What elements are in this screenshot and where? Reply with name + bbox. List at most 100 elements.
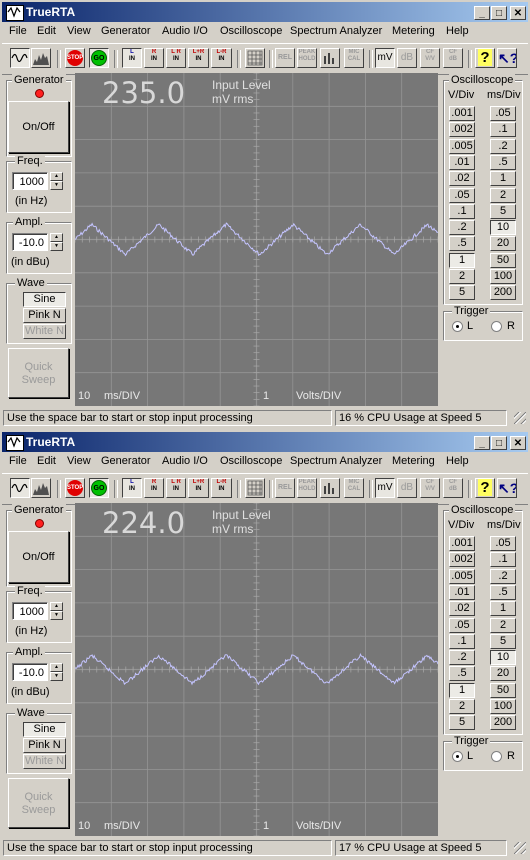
- ampl-down-icon[interactable]: ▼: [50, 242, 63, 251]
- vdiv-button[interactable]: .005: [449, 568, 475, 584]
- ampl-down-icon[interactable]: ▼: [50, 672, 63, 681]
- vdiv-button[interactable]: .001: [449, 106, 475, 121]
- msdiv-button[interactable]: 10: [490, 650, 516, 666]
- cf-db-button[interactable]: CF dB: [443, 478, 463, 498]
- l-minus-r-in-button[interactable]: L-R IN: [211, 48, 232, 68]
- vdiv-button[interactable]: .002: [449, 552, 475, 568]
- peak-hold-button[interactable]: PEAK HOLD: [297, 478, 317, 498]
- minimize-icon[interactable]: _: [474, 436, 490, 450]
- grid-icon[interactable]: [245, 478, 265, 498]
- left-in-button[interactable]: L IN: [122, 48, 142, 68]
- menu-generator[interactable]: Generator: [101, 455, 151, 467]
- db-button[interactable]: dB: [397, 478, 417, 498]
- vdiv-button[interactable]: .002: [449, 122, 475, 138]
- vdiv-button[interactable]: .05: [449, 617, 475, 633]
- msdiv-button[interactable]: 20: [490, 666, 516, 682]
- trigger-l-radio[interactable]: [452, 751, 463, 762]
- cf-vv-button[interactable]: CF V/V: [420, 48, 440, 68]
- trigger-l-radio[interactable]: [452, 321, 463, 332]
- vdiv-button[interactable]: 1: [449, 682, 475, 698]
- msdiv-button[interactable]: .2: [490, 138, 516, 154]
- stop-button[interactable]: STOP: [65, 478, 85, 498]
- on-off-button[interactable]: On/Off: [8, 101, 69, 153]
- spectrum-bars-button[interactable]: [320, 478, 340, 498]
- msdiv-button[interactable]: 2: [490, 187, 516, 203]
- vdiv-button[interactable]: .01: [449, 154, 475, 170]
- wave-white-noise-button[interactable]: White N: [23, 324, 66, 339]
- menu-help[interactable]: Help: [446, 455, 469, 467]
- menu-file[interactable]: File: [9, 455, 27, 467]
- peak-hold-button[interactable]: PEAK HOLD: [297, 48, 317, 68]
- spectrum-icon[interactable]: [31, 478, 51, 498]
- msdiv-button[interactable]: 5: [490, 633, 516, 649]
- left-in-button[interactable]: L IN: [122, 478, 142, 498]
- msdiv-button[interactable]: 10: [490, 220, 516, 236]
- msdiv-button[interactable]: 100: [490, 699, 516, 714]
- context-help-icon[interactable]: ↖?: [497, 478, 517, 498]
- vdiv-button[interactable]: .1: [449, 203, 475, 219]
- rel-button[interactable]: REL: [275, 48, 295, 68]
- freq-up-icon[interactable]: ▲: [50, 172, 63, 181]
- freq-field[interactable]: 1000: [12, 602, 48, 620]
- msdiv-button[interactable]: .05: [490, 106, 516, 121]
- cf-vv-button[interactable]: CF V/V: [420, 478, 440, 498]
- vdiv-button[interactable]: .5: [449, 236, 475, 252]
- trigger-r-radio[interactable]: [491, 321, 502, 332]
- vdiv-button[interactable]: .001: [449, 536, 475, 551]
- menu-audio-io[interactable]: Audio I/O: [162, 455, 208, 467]
- lr-in-button[interactable]: L R IN: [166, 478, 186, 498]
- title-bar[interactable]: TrueRTA _ □ ✕: [2, 2, 528, 22]
- wave-white-noise-button[interactable]: White N: [23, 754, 66, 769]
- menu-edit[interactable]: Edit: [37, 25, 56, 37]
- ampl-field[interactable]: -10.0: [12, 233, 48, 251]
- ampl-field[interactable]: -10.0: [12, 663, 48, 681]
- menu-view[interactable]: View: [67, 25, 91, 37]
- db-button[interactable]: dB: [397, 48, 417, 68]
- vdiv-button[interactable]: 5: [449, 285, 475, 301]
- menu-spectrum-analyzer[interactable]: Spectrum Analyzer: [290, 25, 382, 37]
- vdiv-button[interactable]: .5: [449, 666, 475, 682]
- msdiv-button[interactable]: 1: [490, 601, 516, 617]
- msdiv-button[interactable]: 200: [490, 715, 516, 731]
- freq-down-icon[interactable]: ▼: [50, 181, 63, 190]
- go-button[interactable]: GO: [89, 478, 109, 498]
- scope-icon[interactable]: [10, 478, 30, 498]
- menu-audio-io[interactable]: Audio I/O: [162, 25, 208, 37]
- msdiv-button[interactable]: .1: [490, 552, 516, 568]
- help-icon[interactable]: ?: [475, 478, 495, 498]
- msdiv-button[interactable]: 50: [490, 252, 516, 268]
- l-plus-r-in-button[interactable]: L+R IN: [188, 48, 209, 68]
- mic-cal-button[interactable]: MIC CAL: [344, 478, 364, 498]
- mic-cal-button[interactable]: MIC CAL: [344, 48, 364, 68]
- mv-button[interactable]: mV: [375, 48, 395, 68]
- msdiv-button[interactable]: 20: [490, 236, 516, 252]
- title-bar[interactable]: TrueRTA _ □ ✕: [2, 432, 528, 452]
- vdiv-button[interactable]: .005: [449, 138, 475, 154]
- menu-oscilloscope[interactable]: Oscilloscope: [220, 455, 282, 467]
- l-plus-r-in-button[interactable]: L+R IN: [188, 478, 209, 498]
- minimize-icon[interactable]: _: [474, 6, 490, 20]
- menu-edit[interactable]: Edit: [37, 455, 56, 467]
- spectrum-icon[interactable]: [31, 48, 51, 68]
- freq-up-icon[interactable]: ▲: [50, 602, 63, 611]
- grid-icon[interactable]: [245, 48, 265, 68]
- msdiv-button[interactable]: .05: [490, 536, 516, 551]
- menu-spectrum-analyzer[interactable]: Spectrum Analyzer: [290, 455, 382, 467]
- quick-sweep-button[interactable]: Quick Sweep: [8, 778, 69, 828]
- wave-sine-button[interactable]: Sine: [23, 292, 66, 307]
- menu-file[interactable]: File: [9, 25, 27, 37]
- cf-db-button[interactable]: CF dB: [443, 48, 463, 68]
- vdiv-button[interactable]: .02: [449, 601, 475, 617]
- msdiv-button[interactable]: 100: [490, 269, 516, 284]
- menu-oscilloscope[interactable]: Oscilloscope: [220, 25, 282, 37]
- resize-grip[interactable]: [514, 412, 526, 424]
- vdiv-button[interactable]: 2: [449, 699, 475, 714]
- msdiv-button[interactable]: 1: [490, 171, 516, 187]
- ampl-up-icon[interactable]: ▲: [50, 233, 63, 242]
- lr-in-button[interactable]: L R IN: [166, 48, 186, 68]
- wave-pink-noise-button[interactable]: Pink N: [23, 308, 66, 323]
- on-off-button[interactable]: On/Off: [8, 531, 69, 583]
- vdiv-button[interactable]: .1: [449, 633, 475, 649]
- ampl-up-icon[interactable]: ▲: [50, 663, 63, 672]
- trigger-r-radio[interactable]: [491, 751, 502, 762]
